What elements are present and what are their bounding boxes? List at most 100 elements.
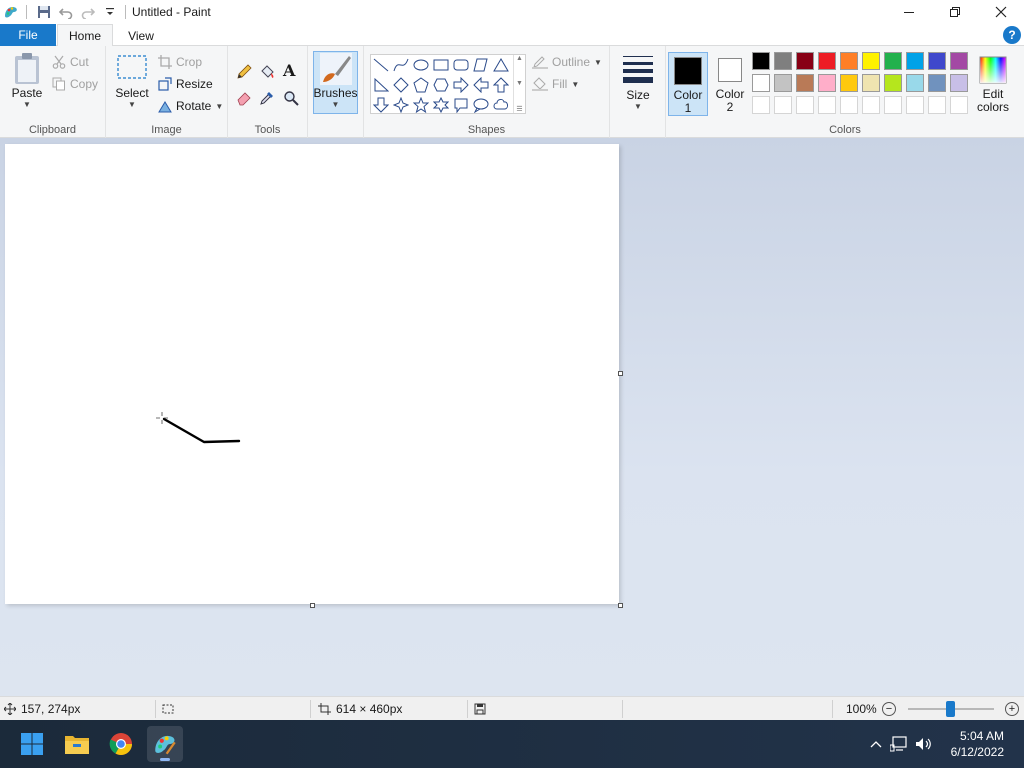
save-icon[interactable]: [33, 1, 55, 23]
palette-color-swatch[interactable]: [774, 74, 792, 92]
zoom-out-button[interactable]: −: [882, 702, 896, 716]
copy-button[interactable]: Copy: [52, 74, 98, 94]
polygon-shape-icon[interactable]: [471, 55, 491, 75]
triangle-shape-icon[interactable]: [491, 55, 511, 75]
palette-color-swatch[interactable]: [906, 52, 924, 70]
undo-icon[interactable]: [55, 1, 77, 23]
palette-custom-slot[interactable]: [862, 96, 880, 114]
zoom-slider-thumb[interactable]: [946, 701, 955, 717]
edit-colors-button[interactable]: Edit colors: [972, 52, 1014, 116]
palette-color-swatch[interactable]: [884, 74, 902, 92]
rectangle-shape-icon[interactable]: [431, 55, 451, 75]
select-button[interactable]: Select ▼: [112, 54, 152, 109]
cloud-callout-shape-icon[interactable]: [491, 95, 511, 115]
size-button[interactable]: Size ▼: [618, 54, 658, 111]
tab-file[interactable]: File: [0, 24, 56, 46]
palette-custom-slot[interactable]: [906, 96, 924, 114]
palette-color-swatch[interactable]: [862, 52, 880, 70]
brushes-button[interactable]: Brushes ▼: [313, 51, 358, 114]
clock[interactable]: 5:04 AM 6/12/2022: [951, 728, 1004, 760]
pencil-tool[interactable]: [236, 62, 252, 82]
rounded-callout-shape-icon[interactable]: [451, 95, 471, 115]
network-icon[interactable]: [886, 736, 912, 752]
resize-handle-right[interactable]: [618, 371, 623, 376]
palette-color-swatch[interactable]: [752, 74, 770, 92]
expand-gallery-icon[interactable]: ☰: [516, 105, 522, 113]
paste-button[interactable]: Paste ▼: [8, 52, 46, 109]
oval-shape-icon[interactable]: [411, 55, 431, 75]
palette-color-swatch[interactable]: [862, 74, 880, 92]
palette-color-swatch[interactable]: [818, 74, 836, 92]
left-arrow-shape-icon[interactable]: [471, 75, 491, 95]
palette-custom-slot[interactable]: [752, 96, 770, 114]
paint-taskbar-button[interactable]: [147, 726, 183, 762]
close-button[interactable]: [978, 0, 1024, 24]
rotate-button[interactable]: Rotate ▼: [158, 96, 223, 116]
palette-color-swatch[interactable]: [950, 52, 968, 70]
palette-color-swatch[interactable]: [752, 52, 770, 70]
scroll-up-icon[interactable]: ▲: [516, 55, 523, 62]
magnifier-tool[interactable]: [283, 88, 299, 108]
hexagon-shape-icon[interactable]: [431, 75, 451, 95]
drawing-canvas[interactable]: [5, 144, 619, 604]
tab-view[interactable]: View: [116, 24, 166, 47]
fill-tool[interactable]: [259, 62, 275, 82]
maximize-button[interactable]: [932, 0, 978, 24]
palette-color-swatch[interactable]: [818, 52, 836, 70]
four-point-star-shape-icon[interactable]: [391, 95, 411, 115]
palette-color-swatch[interactable]: [840, 74, 858, 92]
start-button[interactable]: [14, 726, 50, 762]
outline-button[interactable]: Outline ▼: [532, 52, 602, 72]
color2-button[interactable]: Color 2: [710, 52, 750, 116]
resize-button[interactable]: Resize: [158, 74, 213, 94]
right-triangle-shape-icon[interactable]: [371, 75, 391, 95]
palette-custom-slot[interactable]: [928, 96, 946, 114]
six-point-star-shape-icon[interactable]: [431, 95, 451, 115]
palette-color-swatch[interactable]: [906, 74, 924, 92]
palette-color-swatch[interactable]: [796, 74, 814, 92]
crop-button[interactable]: Crop: [158, 52, 202, 72]
minimize-button[interactable]: [886, 0, 932, 24]
volume-icon[interactable]: [912, 736, 936, 752]
line-shape-icon[interactable]: [371, 55, 391, 75]
palette-color-swatch[interactable]: [796, 52, 814, 70]
resize-handle-corner[interactable]: [618, 603, 623, 608]
fill-button[interactable]: Fill ▼: [532, 74, 579, 94]
palette-custom-slot[interactable]: [774, 96, 792, 114]
palette-custom-slot[interactable]: [884, 96, 902, 114]
palette-color-swatch[interactable]: [774, 52, 792, 70]
cut-button[interactable]: Cut: [52, 52, 89, 72]
five-point-star-shape-icon[interactable]: [411, 95, 431, 115]
file-explorer-button[interactable]: [59, 726, 95, 762]
paint-app-icon[interactable]: [0, 1, 22, 23]
scroll-down-icon[interactable]: ▼: [516, 80, 523, 87]
oval-callout-shape-icon[interactable]: [471, 95, 491, 115]
tab-home[interactable]: Home: [57, 24, 113, 47]
right-arrow-shape-icon[interactable]: [451, 75, 471, 95]
color-picker-tool[interactable]: [259, 88, 275, 108]
palette-custom-slot[interactable]: [796, 96, 814, 114]
up-arrow-shape-icon[interactable]: [491, 75, 511, 95]
palette-color-swatch[interactable]: [840, 52, 858, 70]
color1-button[interactable]: Color 1: [668, 52, 708, 116]
palette-color-swatch[interactable]: [928, 74, 946, 92]
diamond-shape-icon[interactable]: [391, 75, 411, 95]
palette-custom-slot[interactable]: [950, 96, 968, 114]
resize-handle-bottom[interactable]: [310, 603, 315, 608]
shapes-scrollbar[interactable]: ▲ ▼ ☰: [513, 55, 525, 113]
palette-custom-slot[interactable]: [818, 96, 836, 114]
palette-color-swatch[interactable]: [884, 52, 902, 70]
help-button[interactable]: ?: [1003, 26, 1021, 44]
eraser-tool[interactable]: [236, 88, 252, 108]
chrome-button[interactable]: [103, 726, 139, 762]
zoom-in-button[interactable]: +: [1005, 702, 1019, 716]
palette-custom-slot[interactable]: [840, 96, 858, 114]
palette-color-swatch[interactable]: [928, 52, 946, 70]
pentagon-shape-icon[interactable]: [411, 75, 431, 95]
text-tool[interactable]: A: [283, 60, 295, 80]
rounded-rectangle-shape-icon[interactable]: [451, 55, 471, 75]
palette-color-swatch[interactable]: [950, 74, 968, 92]
curve-shape-icon[interactable]: [391, 55, 411, 75]
show-hidden-icons-icon[interactable]: [866, 740, 886, 748]
customize-quick-access-icon[interactable]: [99, 1, 121, 23]
